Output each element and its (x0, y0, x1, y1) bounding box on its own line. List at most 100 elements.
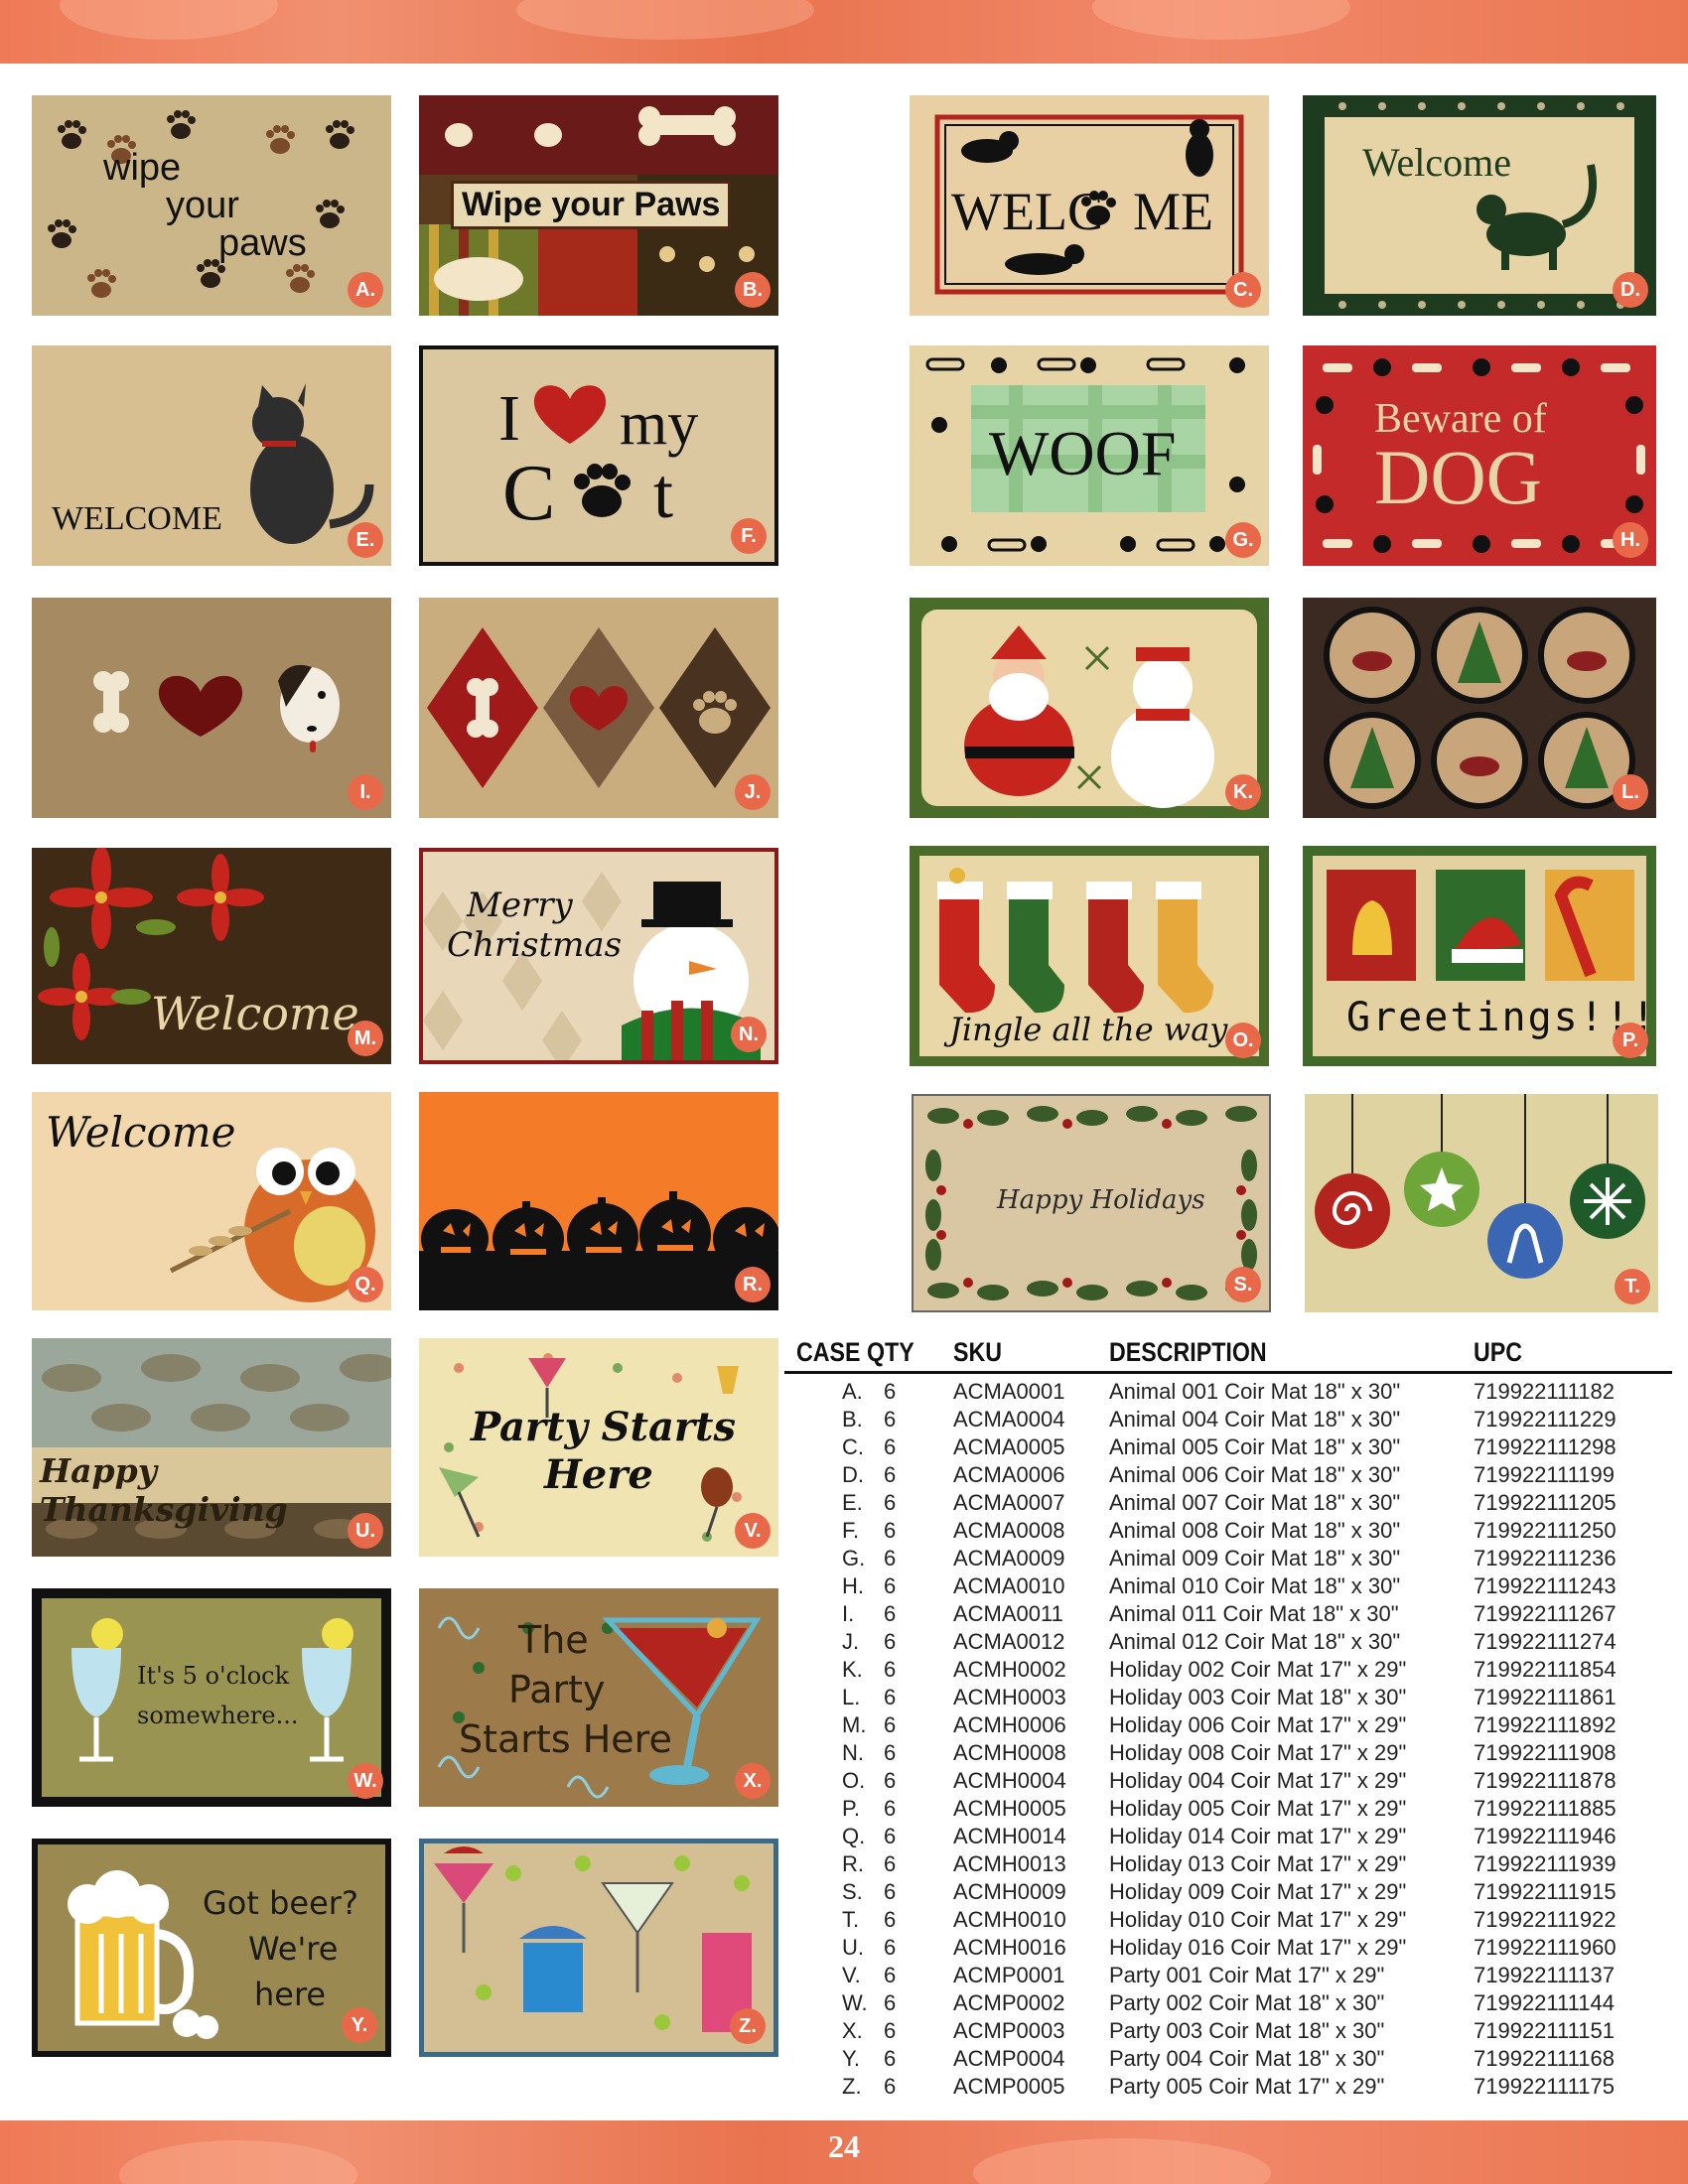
row-letter: U. (842, 1935, 864, 1960)
case-qty-cell: 6 (884, 1990, 897, 2015)
mat-text: Wipe your Paws (451, 181, 732, 229)
description-cell: Party 002 Coir Mat 18" x 30" (1109, 1990, 1385, 2015)
sku-cell: ACMH0014 (953, 1824, 1066, 1848)
table-row: O. 6 ACMH0004 Holiday 004 Coir Mat 17" x 29… (784, 1765, 1672, 1793)
cocktail-glasses-icon (42, 1598, 381, 1797)
mat-letter-badge: Y. (342, 2007, 377, 2043)
upc-cell: 719922111199 (1474, 1462, 1615, 1487)
sku-cell: ACMH0008 (953, 1740, 1066, 1765)
sku-cell: ACMH0004 (953, 1768, 1066, 1793)
case-qty-cell: 6 (884, 1740, 897, 1765)
case-qty-cell: 6 (884, 1490, 897, 1515)
upc-cell: 719922111182 (1474, 1379, 1615, 1404)
reindeer-tree-medallions-icon (1324, 607, 1635, 809)
mat-text: WOOF (989, 418, 1177, 488)
mat-y: Got beer? We're here Y. (32, 1839, 391, 2057)
description-cell: Holiday 003 Coir Mat 18" x 30" (1109, 1685, 1407, 1709)
table-row: T. 6 ACMH0010 Holiday 010 Coir Mat 17" x 29… (784, 1904, 1672, 1932)
heart-paw-icon (533, 385, 631, 517)
mat-letter-badge: T. (1615, 1269, 1650, 1304)
party-drinks-icon (434, 1846, 752, 2032)
description-cell: Party 004 Coir Mat 18" x 30" (1109, 2046, 1385, 2071)
mat-o: Jingle all the way O. (910, 846, 1269, 1066)
mat-text: Happy Holidays (997, 1185, 1205, 1215)
upc-cell: 719922111236 (1474, 1546, 1617, 1570)
mat-text: somewhere... (137, 1702, 299, 1729)
description-cell: Holiday 002 Coir Mat 17" x 29" (1109, 1657, 1407, 1682)
row-letter: J. (842, 1629, 860, 1654)
column-header-sku: SKU (953, 1337, 1003, 1367)
mat-text: It's 5 o'clock (137, 1662, 290, 1690)
sku-cell: ACMA0006 (953, 1462, 1065, 1487)
mat-text: WELC (951, 182, 1103, 241)
description-cell: Animal 005 Coir Mat 18" x 30" (1109, 1434, 1401, 1459)
mat-text: Happy Thanksgiving (40, 1451, 288, 1529)
mat-b: Wipe your Paws B. (419, 95, 778, 316)
row-letter: P. (842, 1796, 860, 1821)
mat-letter-badge: O. (1225, 1023, 1261, 1058)
mat-letter-badge: L. (1613, 774, 1648, 810)
mat-letter-badge: N. (731, 1017, 767, 1052)
description-cell: Holiday 004 Coir Mat 17" x 29" (1109, 1768, 1407, 1793)
sku-cell: ACMH0006 (953, 1712, 1066, 1737)
mat-letter-badge: E. (348, 522, 383, 558)
upc-cell: 719922111144 (1474, 1990, 1615, 2015)
mat-letter-badge: P. (1613, 1023, 1648, 1058)
mat-w: It's 5 o'clock somewhere... W. (32, 1588, 391, 1807)
upc-cell: 719922111151 (1474, 2018, 1615, 2043)
sku-cell: ACMA0001 (953, 1379, 1065, 1404)
case-qty-cell: 6 (884, 1462, 897, 1487)
mat-letter-badge: F. (731, 518, 767, 554)
mat-n: Merry Christmas N. (419, 848, 778, 1064)
sku-cell: ACMP0002 (953, 1990, 1065, 2015)
table-row: Y. 6 ACMP0004 Party 004 Coir Mat 18" x 30" 7… (784, 2043, 1672, 2071)
mat-k: K. (910, 598, 1269, 818)
row-letter: D. (842, 1462, 864, 1487)
mat-h: Beware of DOG H. (1303, 345, 1656, 566)
description-cell: Holiday 013 Coir Mat 17" x 29" (1109, 1851, 1407, 1876)
bottom-decorative-band: 24 (0, 2120, 1688, 2184)
upc-cell: 719922111137 (1474, 1963, 1615, 1987)
row-letter: C. (842, 1434, 864, 1459)
mat-text: here (254, 1976, 327, 2013)
table-row: D. 6 ACMA0006 Animal 006 Coir Mat 18" x 30"… (784, 1459, 1672, 1487)
row-letter: O. (842, 1768, 866, 1793)
mat-letter-badge: U. (348, 1513, 383, 1549)
description-cell: Holiday 009 Coir Mat 17" x 29" (1109, 1879, 1407, 1904)
row-letter: F. (842, 1518, 860, 1543)
mat-s: Happy Holidays S. (912, 1094, 1271, 1312)
row-letter: N. (842, 1740, 864, 1765)
mat-letter-badge: C. (1225, 272, 1261, 308)
table-row: V. 6 ACMP0001 Party 001 Coir Mat 17" x 29" 7… (784, 1960, 1672, 1987)
table-header: CASE QTY SKU DESCRIPTION UPC (784, 1335, 1672, 1374)
table-row: C. 6 ACMA0005 Animal 005 Coir Mat 18" x 30"… (784, 1432, 1672, 1459)
table-row: I. 6 ACMA0011 Animal 011 Coir Mat 18" x 30"… (784, 1598, 1672, 1626)
description-cell: Holiday 014 Coir mat 17" x 29" (1109, 1824, 1407, 1848)
mat-f: I my C t F. (419, 345, 778, 566)
mat-letter-badge: S. (1225, 1267, 1261, 1302)
column-header-upc: UPC (1474, 1337, 1523, 1367)
mat-text: ME (1133, 182, 1213, 241)
upc-cell: 719922111960 (1474, 1935, 1617, 1960)
mat-letter-badge: J. (735, 774, 771, 810)
case-qty-cell: 6 (884, 1573, 897, 1598)
upc-cell: 719922111946 (1474, 1824, 1617, 1848)
sku-cell: ACMP0004 (953, 2046, 1065, 2071)
product-table: CASE QTY SKU DESCRIPTION UPC A. 6 ACMA0001… (784, 1335, 1672, 2099)
mat-r: R. (419, 1092, 778, 1310)
mat-text: t (653, 454, 674, 533)
mat-text: Welcome (151, 987, 359, 1040)
mat-text: The (518, 1618, 589, 1662)
mat-x: The Party Starts Here X. (419, 1588, 778, 1807)
case-qty-cell: 6 (884, 1963, 897, 1987)
table-row: H. 6 ACMA0010 Animal 010 Coir Mat 18" x 30"… (784, 1570, 1672, 1598)
sku-cell: ACMP0003 (953, 2018, 1065, 2043)
case-qty-cell: 6 (884, 1518, 897, 1543)
sku-cell: ACMH0013 (953, 1851, 1066, 1876)
mat-text: We're (248, 1930, 339, 1968)
mat-d: Welcome D. (1303, 95, 1656, 316)
mat-text: Greetings!!! (1346, 995, 1656, 1040)
row-letter: Q. (842, 1824, 866, 1848)
mat-text: Welcome (1362, 140, 1512, 185)
row-letter: Z. (842, 2074, 862, 2099)
